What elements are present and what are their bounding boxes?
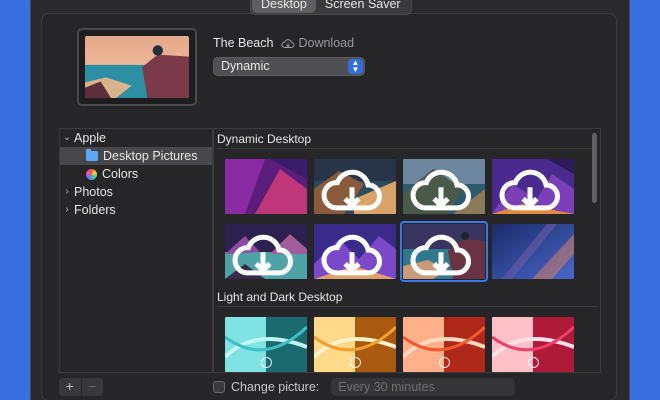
wallpaper-tile[interactable] — [314, 159, 396, 214]
scrollbar-thumb[interactable] — [592, 133, 597, 203]
folder-icon — [86, 149, 98, 161]
light-dark-cycle-icon — [261, 357, 272, 368]
chevron-down-icon[interactable]: ⌄ — [60, 129, 74, 147]
cloud-download-icon[interactable] — [225, 227, 304, 279]
sidebar-item-photos[interactable]: › Photos — [60, 183, 212, 201]
sidebar-item-label: Folders — [74, 203, 116, 217]
cloud-download-icon — [281, 38, 295, 48]
wallpaper-thumbnail — [225, 159, 307, 214]
beach-preview-image — [85, 36, 189, 98]
cloud-download-icon[interactable] — [403, 227, 482, 279]
light-dark-tiles — [214, 307, 600, 372]
cloud-download-icon[interactable] — [403, 162, 482, 214]
add-remove-control: + − — [59, 378, 103, 396]
wallpaper-tile[interactable] — [225, 317, 307, 372]
tab-desktop[interactable]: Desktop — [252, 0, 316, 13]
wallpaper-tile[interactable] — [492, 159, 574, 214]
sidebar-item-desktop-pictures[interactable]: Desktop Pictures — [60, 147, 212, 165]
dynamic-desktop-tiles — [214, 149, 600, 287]
wallpaper-thumbnail — [492, 224, 574, 279]
section-title-dynamic-desktop: Dynamic Desktop — [217, 132, 312, 146]
tab-control: Desktop Screen Saver — [250, 0, 412, 15]
wallpaper-grid: Dynamic Desktop Light and Dark Desktop — [213, 128, 601, 373]
light-dark-cycle-icon — [439, 357, 450, 368]
source-list: ⌄ Apple Desktop Pictures Colors › Photos… — [59, 128, 213, 373]
colors-icon — [86, 168, 97, 180]
wallpaper-tile[interactable] — [492, 317, 574, 372]
sidebar-item-colors[interactable]: Colors — [60, 165, 212, 183]
wallpaper-tile[interactable] — [403, 317, 485, 372]
sidebar-item-label: Desktop Pictures — [103, 149, 198, 163]
sidebar-item-label: Apple — [74, 131, 106, 145]
footer-bar: + − Change picture: Every 30 minutes — [59, 377, 619, 397]
appearance-mode-select[interactable]: Dynamic ▲ ▼ — [213, 57, 365, 76]
change-interval-select[interactable]: Every 30 minutes — [331, 378, 516, 396]
change-picture-checkbox[interactable] — [213, 381, 225, 393]
chevron-updown-icon: ▲ ▼ — [348, 59, 363, 74]
remove-folder-button[interactable]: − — [80, 378, 104, 396]
current-wallpaper-preview — [77, 28, 197, 106]
tab-screen-saver[interactable]: Screen Saver — [316, 0, 410, 13]
wallpaper-title-row: The Beach Download — [213, 36, 354, 50]
chevron-right-icon[interactable]: › — [60, 183, 74, 201]
add-folder-button[interactable]: + — [59, 378, 81, 396]
download-label: Download — [298, 36, 355, 50]
wallpaper-tile[interactable] — [314, 224, 396, 279]
light-dark-cycle-icon — [528, 357, 539, 368]
light-dark-cycle-icon — [350, 357, 361, 368]
sidebar-item-label: Colors — [102, 167, 139, 181]
wallpaper-tile[interactable] — [225, 159, 307, 214]
wallpaper-tile[interactable] — [492, 224, 574, 279]
sidebar-item-label: Photos — [74, 185, 113, 199]
wallpaper-name: The Beach — [213, 36, 274, 50]
change-picture-label: Change picture: — [231, 380, 320, 394]
sidebar-item-folders[interactable]: › Folders — [60, 201, 212, 219]
cloud-download-icon[interactable] — [492, 162, 571, 214]
cloud-download-icon[interactable] — [314, 227, 393, 279]
cloud-download-icon[interactable] — [314, 162, 393, 214]
wallpaper-tile[interactable] — [403, 159, 485, 214]
wallpaper-tile-selected[interactable] — [400, 221, 488, 282]
download-link[interactable]: Download — [281, 36, 354, 50]
appearance-mode-value: Dynamic — [221, 59, 270, 73]
sidebar-item-apple[interactable]: ⌄ Apple — [60, 129, 212, 147]
wallpaper-tile[interactable] — [314, 317, 396, 372]
wallpaper-tile[interactable] — [225, 224, 307, 279]
section-title-light-dark: Light and Dark Desktop — [217, 290, 343, 304]
chevron-right-icon[interactable]: › — [60, 201, 74, 219]
desktop-settings-window: Desktop Screen Saver The Beach Download … — [30, 0, 630, 400]
